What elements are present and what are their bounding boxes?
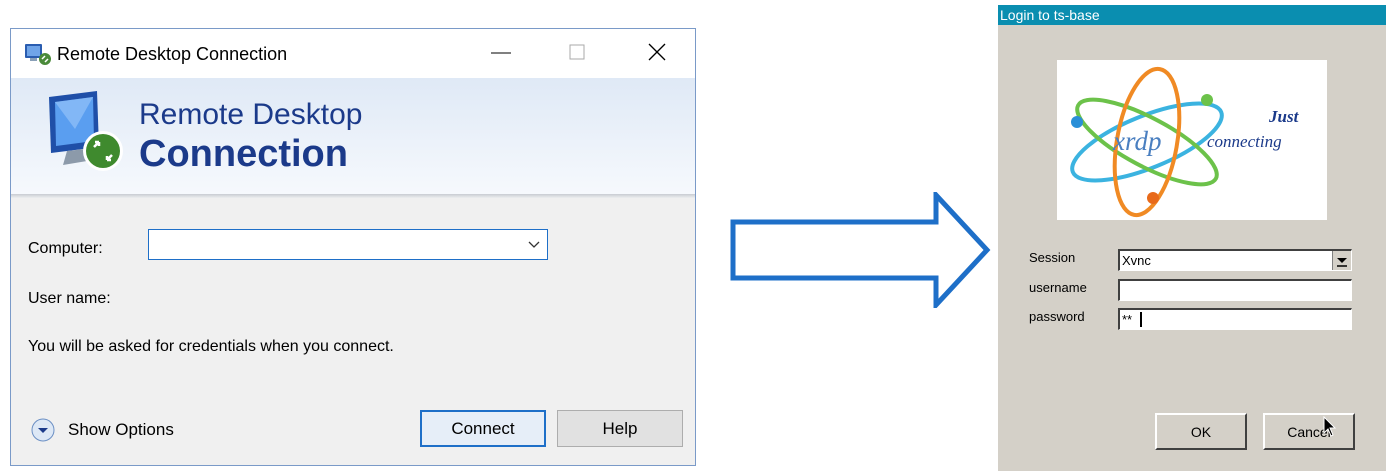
close-icon[interactable]	[637, 39, 677, 67]
help-button[interactable]: Help	[557, 410, 683, 447]
session-dropdown-button[interactable]	[1332, 251, 1351, 270]
password-input[interactable]: **	[1118, 308, 1352, 330]
session-value: Xvnc	[1122, 253, 1151, 268]
cancel-button[interactable]: Cancel	[1263, 413, 1355, 450]
atom-logo-icon	[1070, 66, 1224, 218]
xrdp-logo: xrdp Just connecting	[1057, 60, 1327, 220]
minimize-icon[interactable]	[481, 39, 521, 67]
chevron-down-icon[interactable]	[527, 238, 541, 250]
computer-label: Computer:	[28, 240, 103, 257]
computer-combobox[interactable]	[148, 229, 548, 260]
xrdp-logo-word: xrdp	[1113, 126, 1162, 156]
monitor-icon	[49, 91, 123, 171]
rdp-title-bar[interactable]: Remote Desktop Connection	[11, 29, 695, 78]
banner-title-line1: Remote Desktop	[139, 98, 363, 131]
xrdp-window-title: Login to ts-base	[1000, 7, 1100, 23]
dropdown-arrow-icon	[1337, 258, 1347, 267]
session-label: Session	[1029, 250, 1076, 265]
ok-button[interactable]: OK	[1155, 413, 1247, 450]
show-options-label[interactable]: Show Options	[68, 420, 174, 440]
password-value: **	[1122, 312, 1133, 327]
xrdp-title-bar[interactable]: Login to ts-base	[998, 5, 1386, 25]
logo-tagline-just: Just	[1269, 107, 1299, 126]
mouse-pointer-icon	[1323, 416, 1337, 437]
rdp-window: Remote Desktop Connection Remote Desktop…	[10, 28, 696, 466]
password-label: password	[1029, 309, 1085, 324]
xrdp-login-window: Login to ts-base xrdp Just connecting Se…	[998, 5, 1386, 471]
text-caret	[1140, 312, 1142, 327]
computer-input[interactable]	[151, 232, 519, 257]
username-input[interactable]	[1118, 279, 1352, 301]
right-arrow-icon	[730, 192, 991, 308]
banner-title-line2: Connection	[139, 133, 348, 175]
rdp-app-icon	[25, 44, 51, 65]
banner-divider	[11, 194, 695, 198]
connect-button[interactable]: Connect	[420, 410, 546, 447]
username-label: username	[1029, 280, 1087, 295]
rdp-window-title: Remote Desktop Connection	[57, 44, 288, 64]
expand-down-icon[interactable]	[31, 418, 55, 442]
logo-tagline-connecting: connecting	[1207, 132, 1282, 151]
username-label: User name:	[28, 290, 111, 307]
maximize-icon[interactable]	[557, 39, 597, 67]
credentials-info-text: You will be asked for credentials when y…	[28, 338, 394, 355]
session-select[interactable]: Xvnc	[1118, 249, 1352, 271]
